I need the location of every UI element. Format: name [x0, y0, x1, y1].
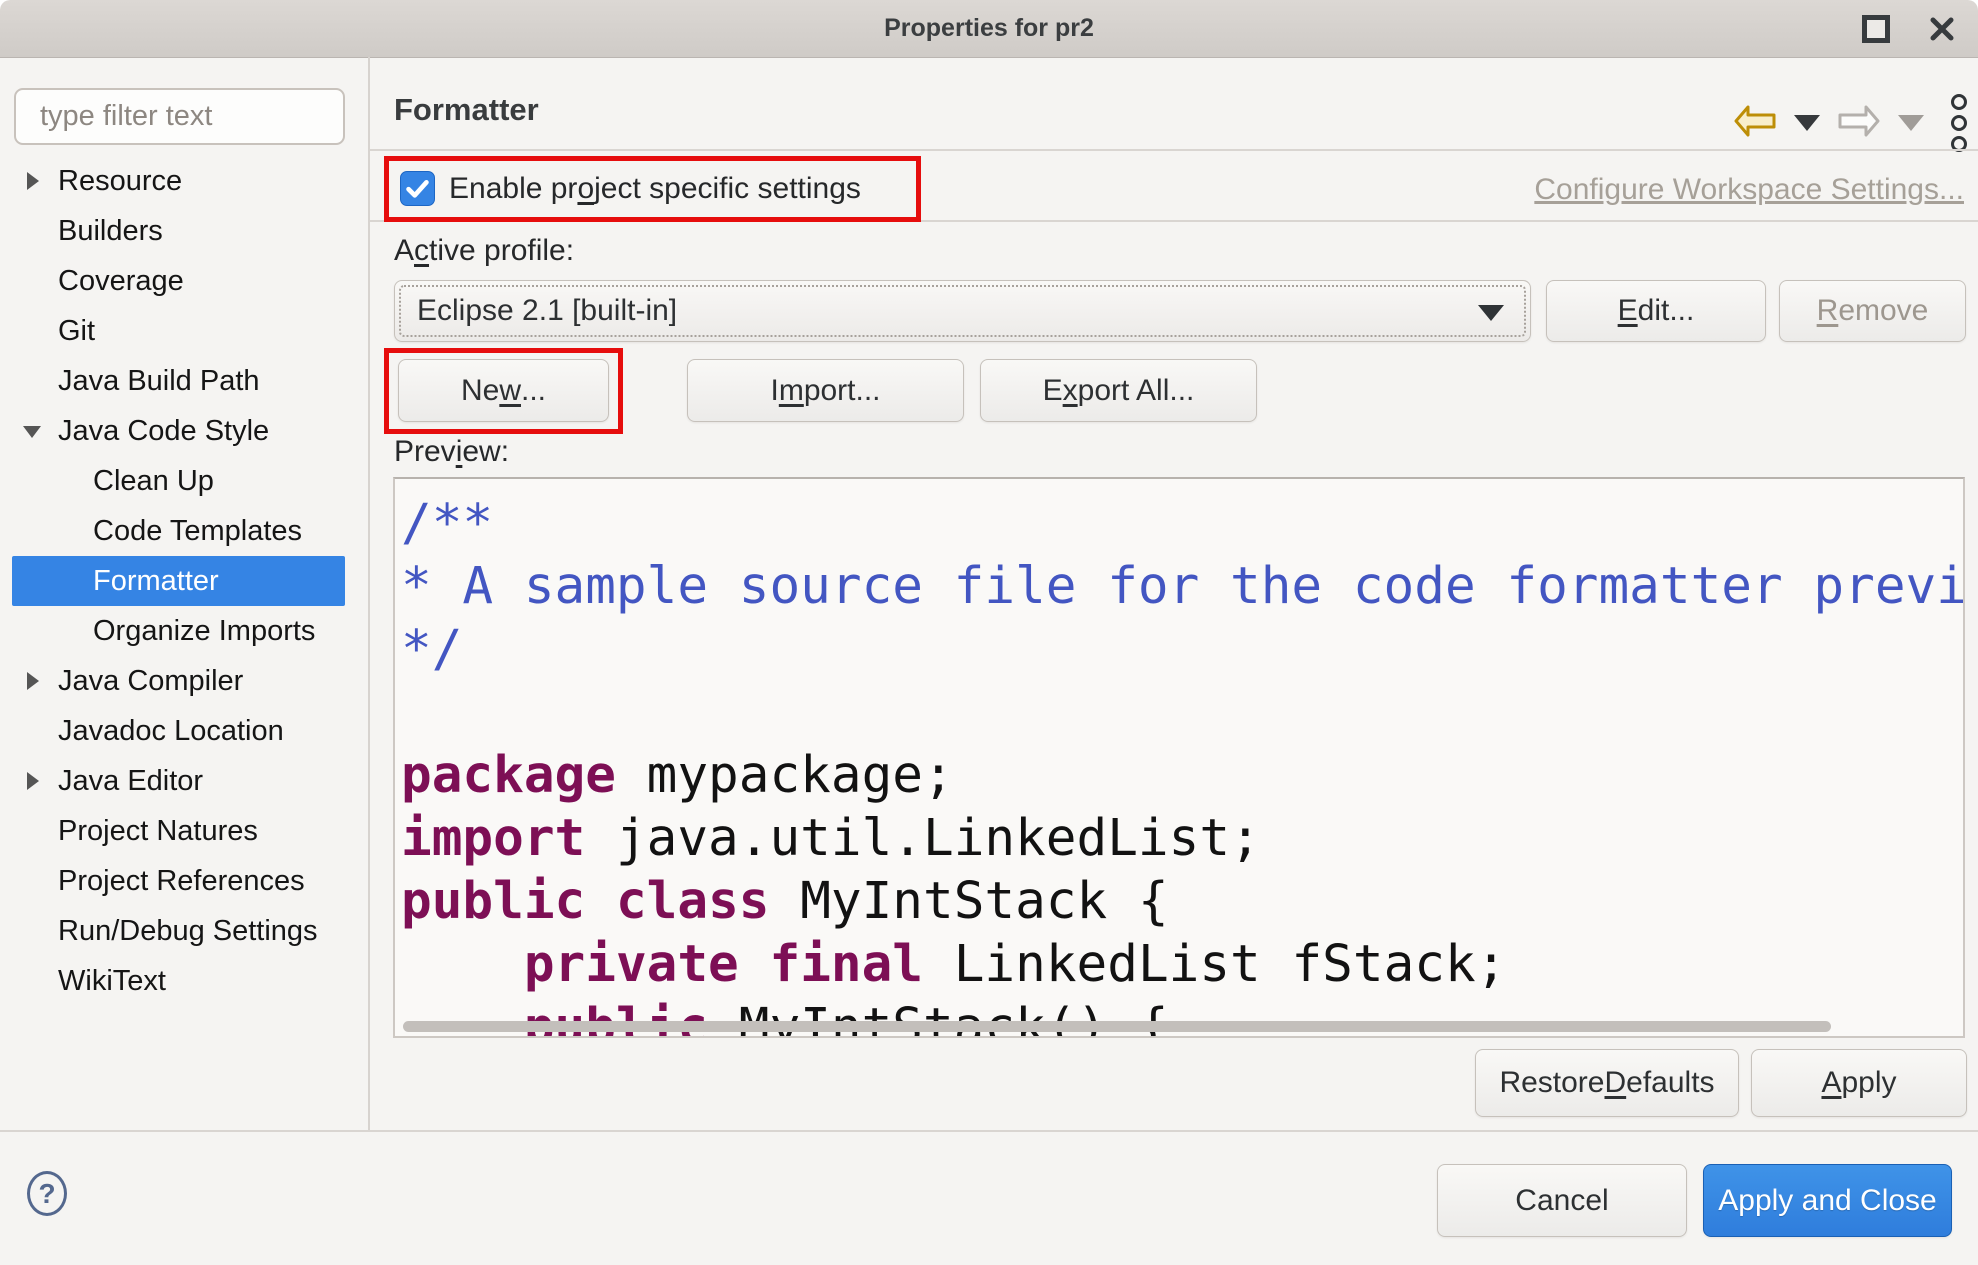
collapse-arrow-icon[interactable] — [23, 426, 41, 438]
sidebar-item-code-templates[interactable]: Code Templates — [0, 506, 368, 556]
window-title: Properties for pr2 — [0, 0, 1978, 57]
back-arrow-icon[interactable] — [1733, 104, 1777, 143]
configure-workspace-settings-link[interactable]: Configure Workspace Settings... — [1534, 173, 1964, 207]
forward-arrow-icon[interactable] — [1837, 104, 1881, 143]
sidebar-item-java-build-path[interactable]: Java Build Path — [0, 356, 368, 406]
remove-button[interactable]: Remove — [1779, 280, 1966, 342]
sidebar-item-clean-up[interactable]: Clean Up — [0, 456, 368, 506]
export-all-button[interactable]: Export All... — [980, 359, 1257, 422]
sidebar-item-formatter[interactable]: Formatter — [12, 556, 345, 606]
apply-and-close-button[interactable]: Apply and Close — [1703, 1164, 1952, 1237]
sidebar-item-git[interactable]: Git — [0, 306, 368, 356]
apply-button[interactable]: Apply — [1751, 1049, 1967, 1117]
footer-divider — [0, 1130, 1978, 1132]
sidebar-item-label: Java Code Style — [58, 415, 269, 448]
sidebar-item-label: Code Templates — [93, 515, 302, 548]
sidebar-item-javadoc-location[interactable]: Javadoc Location — [0, 706, 368, 756]
help-icon[interactable]: ? — [27, 1171, 67, 1216]
enable-project-settings-checkbox[interactable] — [400, 171, 435, 206]
settings-divider — [370, 220, 1978, 222]
active-profile-dropdown[interactable]: Eclipse 2.1 [built-in] — [394, 280, 1531, 342]
sidebar-item-label: Java Editor — [58, 765, 203, 798]
active-profile-value: Eclipse 2.1 [built-in] — [417, 294, 677, 328]
filter-input[interactable] — [14, 88, 345, 145]
sidebar-item-label: WikiText — [58, 965, 166, 998]
sidebar-item-java-editor[interactable]: Java Editor — [0, 756, 368, 806]
horizontal-scrollbar[interactable] — [403, 1021, 1831, 1032]
preview-code: /*** A sample source file for the code f… — [395, 479, 1963, 1038]
sidebar-item-label: Project References — [58, 865, 305, 898]
sidebar-item-organize-imports[interactable]: Organize Imports — [0, 606, 368, 656]
sidebar-item-label: Java Build Path — [58, 365, 260, 398]
sidebar-item-label: Resource — [58, 165, 182, 198]
sidebar-item-label: Organize Imports — [93, 615, 315, 648]
expand-arrow-icon[interactable] — [27, 672, 39, 690]
sidebar-item-resource[interactable]: Resource — [0, 156, 368, 206]
maximize-icon[interactable] — [1862, 15, 1890, 43]
sidebar-item-label: Coverage — [58, 265, 184, 298]
preview-label: Preview: — [394, 435, 509, 469]
sidebar-item-label: Builders — [58, 215, 163, 248]
page-title: Formatter — [394, 92, 539, 128]
close-icon[interactable] — [1928, 15, 1956, 43]
sidebar-item-coverage[interactable]: Coverage — [0, 256, 368, 306]
sidebar-item-label: Git — [58, 315, 95, 348]
header-divider — [370, 149, 1978, 151]
sidebar-item-label: Clean Up — [93, 465, 214, 498]
edit-button[interactable]: Edit... — [1546, 280, 1766, 342]
sidebar-item-project-natures[interactable]: Project Natures — [0, 806, 368, 856]
properties-dialog: Properties for pr2 Resource Builders Cover… — [0, 0, 1978, 1265]
enable-project-settings-label[interactable]: Enable project specific settings — [449, 172, 861, 206]
preview-pane: /*** A sample source file for the code f… — [393, 477, 1965, 1038]
expand-arrow-icon[interactable] — [27, 772, 39, 790]
cancel-button[interactable]: Cancel — [1437, 1164, 1687, 1237]
sidebar-item-wikitext[interactable]: WikiText — [0, 956, 368, 1006]
sidebar-item-run-debug-settings[interactable]: Run/Debug Settings — [0, 906, 368, 956]
back-history-dropdown-icon[interactable] — [1794, 115, 1820, 131]
sidebar-item-label: Formatter — [93, 565, 219, 598]
new-button[interactable]: New... — [398, 359, 609, 422]
sidebar-item-builders[interactable]: Builders — [0, 206, 368, 256]
sidebar-item-label: Project Natures — [58, 815, 258, 848]
settings-tree: Resource Builders Coverage Git Java Build Pa… — [0, 156, 368, 1006]
sidebar-item-label: Run/Debug Settings — [58, 915, 318, 948]
sidebar-item-java-code-style[interactable]: Java Code Style — [0, 406, 368, 456]
sidebar-separator — [368, 57, 370, 1130]
expand-arrow-icon[interactable] — [27, 172, 39, 190]
active-profile-label: Active profile: — [394, 234, 574, 268]
import-button[interactable]: Import... — [687, 359, 964, 422]
dropdown-arrow-icon — [1478, 305, 1504, 321]
sidebar-item-label: Java Compiler — [58, 665, 243, 698]
restore-defaults-button[interactable]: Restore Defaults — [1475, 1049, 1739, 1117]
titlebar[interactable]: Properties for pr2 — [0, 0, 1978, 58]
sidebar-item-label: Javadoc Location — [58, 715, 284, 748]
sidebar-item-project-references[interactable]: Project References — [0, 856, 368, 906]
sidebar-item-java-compiler[interactable]: Java Compiler — [0, 656, 368, 706]
forward-history-dropdown-icon[interactable] — [1898, 115, 1924, 131]
view-menu-icon[interactable] — [1951, 94, 1967, 152]
